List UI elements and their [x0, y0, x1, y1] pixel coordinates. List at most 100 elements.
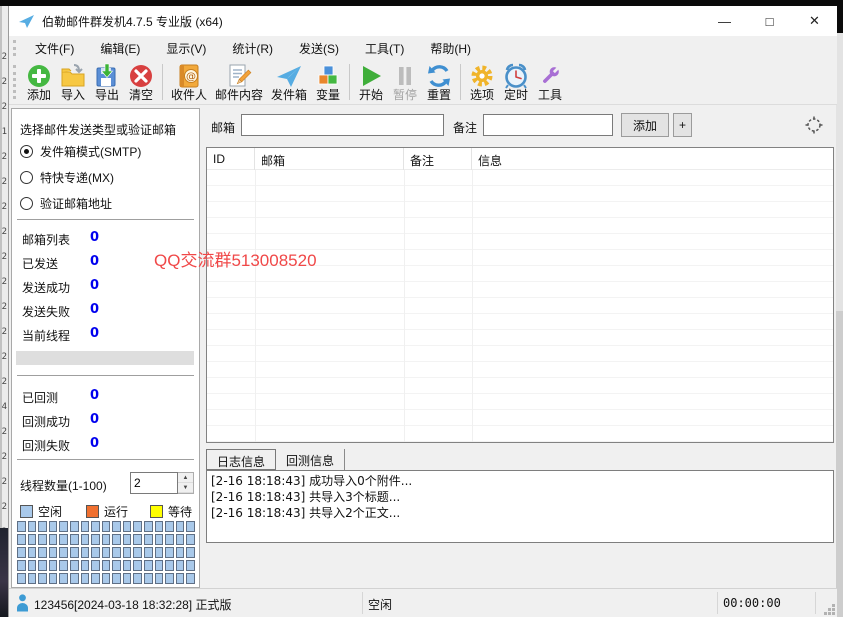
log-line: [2-16 18:18:43] 共导入2个正文...	[211, 505, 829, 521]
thread-cell	[17, 534, 26, 545]
separator	[17, 375, 194, 376]
thread-cell	[144, 560, 153, 571]
bg-line-number: 1	[0, 127, 7, 137]
menu-send[interactable]: 发送(S)	[286, 37, 352, 60]
toolbar-label: 导出	[95, 89, 119, 102]
thread-cell	[17, 547, 26, 558]
resize-grip[interactable]	[824, 604, 835, 615]
background-right-lower	[836, 311, 843, 617]
toolbar-separator	[162, 64, 163, 100]
add-email-button[interactable]: 添加	[621, 113, 669, 137]
thread-cell	[112, 560, 121, 571]
col-header-info[interactable]: 信息	[472, 148, 833, 170]
progress-bar	[16, 351, 194, 365]
spinner-down-button[interactable]: ▼	[178, 483, 193, 493]
thread-cell	[70, 534, 79, 545]
toolbar-timer-button[interactable]: 定时	[499, 62, 533, 103]
close-button[interactable]: ✕	[792, 6, 837, 36]
log-tabs: 日志信息 回测信息	[206, 449, 345, 470]
bg-line-number: 2	[0, 452, 7, 462]
note-label: 备注	[453, 119, 477, 136]
thread-cell	[38, 547, 47, 558]
radio-mx-mode[interactable]: 特快专递(MX)	[20, 169, 114, 186]
toolbar-tools-button[interactable]: 工具	[533, 62, 567, 103]
toolbar-options-button[interactable]: 选项	[465, 62, 499, 103]
spinner-up-button[interactable]: ▲	[178, 473, 193, 483]
watermark-text: QQ交流群513008520	[154, 246, 317, 271]
toolbar-import-button[interactable]: 导入	[56, 62, 90, 103]
toolbar-label: 重置	[427, 89, 451, 102]
toolbar-start-button[interactable]: 开始	[354, 62, 388, 103]
menu-view[interactable]: 显示(V)	[153, 37, 219, 60]
thread-cell	[155, 547, 164, 558]
menubar: 文件(F) 编辑(E) 显示(V) 统计(R) 发送(S) 工具(T) 帮助(H…	[9, 36, 837, 60]
thread-count-input[interactable]	[130, 472, 178, 494]
bg-line-number: 2	[0, 252, 7, 262]
toolbar-pause-button[interactable]: 暂停	[388, 62, 422, 103]
thread-cell	[186, 521, 195, 532]
thread-cell	[70, 547, 79, 558]
minimize-button[interactable]: —	[702, 6, 747, 36]
thread-cell	[49, 547, 58, 558]
menu-help[interactable]: 帮助(H)	[417, 37, 484, 60]
statusbar-state: 空闲	[368, 596, 392, 613]
background-right-edge	[836, 6, 843, 617]
send-type-panel: 选择邮件发送类型或验证邮箱 发件箱模式(SMTP) 特快专递(MX) 验证邮箱地…	[11, 108, 200, 588]
log-output[interactable]: [2-16 18:18:43] 成功导入0个附件...[2-16 18:18:4…	[206, 470, 834, 543]
mail-table[interactable]: ID 邮箱 备注 信息	[206, 147, 834, 443]
background-window-edge: 22212222222222422222	[0, 6, 8, 617]
toolbar-mail-content-button[interactable]: 邮件内容	[211, 62, 267, 103]
thread-cell	[91, 521, 100, 532]
menu-edit[interactable]: 编辑(E)	[87, 37, 153, 60]
radio-indicator	[20, 197, 33, 210]
bg-line-number: 2	[0, 52, 7, 62]
toolbar-reset-button[interactable]: 重置	[422, 62, 456, 103]
maximize-button[interactable]: □	[747, 6, 792, 36]
tab-log-info[interactable]: 日志信息	[206, 449, 276, 470]
reset-icon	[426, 63, 452, 89]
tab-test-info[interactable]: 回测信息	[276, 449, 345, 470]
mail-table-body	[207, 170, 833, 442]
legend-label: 等待	[168, 503, 192, 520]
plus-button[interactable]: +	[673, 113, 692, 137]
user-person-icon	[16, 594, 29, 612]
note-input[interactable]	[483, 114, 613, 136]
toolbar-add-button[interactable]: 添加	[22, 62, 56, 103]
recipients-icon: @	[176, 63, 202, 89]
toolbar-outbox-button[interactable]: 发件箱	[267, 62, 311, 103]
thread-cell	[38, 560, 47, 571]
radio-smtp-mode[interactable]: 发件箱模式(SMTP)	[20, 143, 141, 160]
thread-cell	[165, 534, 174, 545]
toolbar-recipients-button[interactable]: @ 收件人	[167, 62, 211, 103]
bg-line-number: 2	[0, 102, 7, 112]
toolbar: 添加 导入 导出	[9, 60, 837, 105]
locate-crosshair-icon[interactable]	[805, 116, 823, 134]
thread-cell	[102, 560, 111, 571]
bg-line-number: 2	[0, 377, 7, 387]
toolbar-grip	[13, 65, 16, 99]
thread-cell	[49, 521, 58, 532]
separator	[17, 459, 194, 460]
options-icon	[469, 63, 495, 89]
stat-label: 回测成功	[22, 415, 70, 429]
email-input[interactable]	[241, 114, 444, 136]
radio-verify-mode[interactable]: 验证邮箱地址	[20, 195, 112, 212]
stat-value: 0	[90, 326, 99, 341]
col-header-email[interactable]: 邮箱	[255, 148, 404, 170]
thread-cell	[176, 573, 185, 584]
col-header-note[interactable]: 备注	[404, 148, 472, 170]
menu-tools[interactable]: 工具(T)	[352, 37, 417, 60]
thread-cell	[59, 534, 68, 545]
stat-value: 0	[90, 436, 99, 451]
thread-cell	[144, 573, 153, 584]
toolbar-export-button[interactable]: 导出	[90, 62, 124, 103]
thread-count-stepper: ▲ ▼	[130, 472, 194, 494]
col-header-id[interactable]: ID	[207, 148, 255, 170]
menu-stats[interactable]: 统计(R)	[219, 37, 286, 60]
separator	[17, 219, 194, 220]
add-icon	[26, 63, 52, 89]
menu-file[interactable]: 文件(F)	[22, 37, 87, 60]
toolbar-clear-button[interactable]: 清空	[124, 62, 158, 103]
thread-cell	[155, 573, 164, 584]
toolbar-variables-button[interactable]: 变量	[311, 62, 345, 103]
